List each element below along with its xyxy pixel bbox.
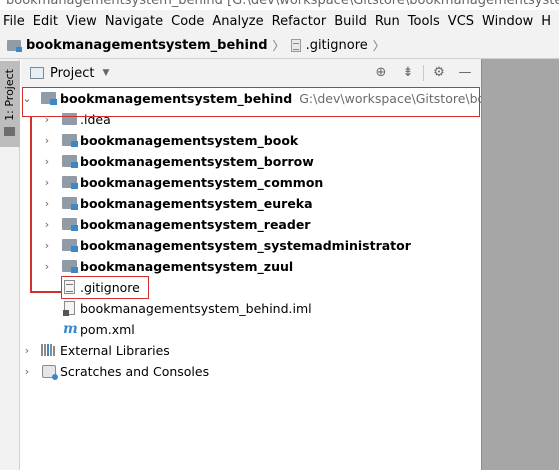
chevron-right-icon[interactable]: › xyxy=(41,197,53,210)
tree-row-iml[interactable]: bookmanagementsystem_behind.iml xyxy=(21,298,481,319)
tree-row-pom[interactable]: m pom.xml xyxy=(21,319,481,340)
breadcrumb-file-label: .gitignore xyxy=(305,37,368,53)
chevron-right-icon[interactable]: › xyxy=(41,218,53,231)
menu-file[interactable]: File xyxy=(3,14,25,29)
tree-row-module-common[interactable]: › bookmanagementsystem_common xyxy=(21,172,481,193)
window-titlebar: bookmanagementsystem_behind [G:\dev\work… xyxy=(0,0,559,10)
tree-item-label: .idea xyxy=(80,112,111,127)
tree-root-label: bookmanagementsystem_behind G:\dev\worksp… xyxy=(60,91,520,106)
tree-item-label: bookmanagementsystem_eureka xyxy=(80,196,313,211)
chevron-right-icon[interactable]: › xyxy=(41,176,53,189)
project-view-icon xyxy=(30,67,44,79)
tree-row-module-book[interactable]: › bookmanagementsystem_book xyxy=(21,130,481,151)
menubar: File Edit View Navigate Code Analyze Ref… xyxy=(0,10,559,32)
toolbar-divider xyxy=(423,65,424,81)
menu-navigate[interactable]: Navigate xyxy=(105,14,163,29)
tree-row-module-zuul[interactable]: › bookmanagementsystem_zuul xyxy=(21,256,481,277)
menu-run[interactable]: Run xyxy=(375,14,400,29)
tree-item-label: bookmanagementsystem_systemadministrator xyxy=(80,238,411,253)
maven-icon: m xyxy=(63,321,78,337)
module-folder-icon xyxy=(62,155,78,168)
chevron-right-icon: 〉 xyxy=(372,38,385,53)
menu-code[interactable]: Code xyxy=(171,14,204,29)
tree-item-label: .gitignore xyxy=(80,280,140,295)
module-folder-icon xyxy=(62,197,78,210)
chevron-right-icon[interactable]: › xyxy=(41,260,53,273)
tree-row-external-libraries[interactable]: › External Libraries xyxy=(21,340,481,361)
chevron-down-icon[interactable]: ▼ xyxy=(102,68,109,78)
menu-vcs[interactable]: VCS xyxy=(448,14,474,29)
chevron-right-icon[interactable]: › xyxy=(41,134,53,147)
editor-area xyxy=(481,59,559,470)
breadcrumb: bookmanagementsystem_behind 〉 .gitignore… xyxy=(0,32,559,59)
chevron-down-icon[interactable]: ⌄ xyxy=(21,92,33,105)
project-tool-tab-label: 1: Project xyxy=(3,69,16,121)
module-folder-icon xyxy=(62,260,78,273)
project-view-selector[interactable]: Project xyxy=(50,66,94,81)
tree-item-label: bookmanagementsystem_borrow xyxy=(80,154,314,169)
text-file-icon xyxy=(290,38,301,52)
tree-row-module-systemadministrator[interactable]: › bookmanagementsystem_systemadministrat… xyxy=(21,235,481,256)
chevron-right-icon: 〉 xyxy=(272,38,285,53)
project-tree: ⌄ bookmanagementsystem_behind G:\dev\work… xyxy=(21,87,520,470)
menu-tools[interactable]: Tools xyxy=(408,14,440,29)
menu-refactor[interactable]: Refactor xyxy=(272,14,327,29)
menu-view[interactable]: View xyxy=(66,14,97,29)
chevron-right-icon[interactable]: › xyxy=(41,239,53,252)
tree-item-label: bookmanagementsystem_behind.iml xyxy=(80,301,312,316)
module-folder-icon xyxy=(62,239,78,252)
root-name: bookmanagementsystem_behind xyxy=(60,91,293,106)
tree-row-module-eureka[interactable]: › bookmanagementsystem_eureka xyxy=(21,193,481,214)
gear-icon[interactable]: ⚙ xyxy=(432,66,446,80)
window-title: bookmanagementsystem_behind [G:\dev\work… xyxy=(6,0,559,8)
tree-row-idea[interactable]: › .idea xyxy=(21,109,481,130)
tree-item-label: pom.xml xyxy=(80,322,135,337)
tool-window-strip: 1: Project xyxy=(0,59,20,470)
project-tool-tab[interactable]: 1: Project xyxy=(0,61,20,147)
chevron-right-icon[interactable]: › xyxy=(21,365,33,378)
breadcrumb-project[interactable]: bookmanagementsystem_behind xyxy=(7,38,268,53)
tree-row-scratches[interactable]: › Scratches and Consoles xyxy=(21,361,481,382)
tree-row-root[interactable]: ⌄ bookmanagementsystem_behind G:\dev\work… xyxy=(21,88,520,109)
menu-help[interactable]: H xyxy=(541,14,551,29)
text-file-icon xyxy=(64,280,75,294)
tree-item-label: bookmanagementsystem_reader xyxy=(80,217,311,232)
menu-analyze[interactable]: Analyze xyxy=(212,14,263,29)
module-file-icon xyxy=(63,301,75,316)
tree-row-gitignore[interactable]: .gitignore xyxy=(21,277,481,298)
tree-item-label: External Libraries xyxy=(60,343,170,358)
library-icon xyxy=(41,344,56,356)
menu-window[interactable]: Window xyxy=(482,14,533,29)
module-folder-icon xyxy=(62,218,78,231)
breadcrumb-project-label: bookmanagementsystem_behind xyxy=(26,37,268,53)
chevron-right-icon[interactable]: › xyxy=(21,344,33,357)
folder-icon xyxy=(4,127,15,136)
locate-icon[interactable]: ⊕ xyxy=(374,66,388,80)
module-folder-icon xyxy=(62,134,78,147)
scratch-icon xyxy=(42,365,58,380)
folder-icon xyxy=(62,113,77,125)
tree-item-label: bookmanagementsystem_common xyxy=(80,175,324,190)
project-panel-header: Project ▼ ⊕ ⇟ ⚙ — xyxy=(21,59,481,87)
module-folder-icon xyxy=(41,92,57,105)
module-folder-icon xyxy=(7,39,22,52)
tree-item-label: bookmanagementsystem_book xyxy=(80,133,299,148)
minimize-icon[interactable]: — xyxy=(458,66,472,80)
tree-row-module-borrow[interactable]: › bookmanagementsystem_borrow xyxy=(21,151,481,172)
chevron-right-icon[interactable]: › xyxy=(41,155,53,168)
collapse-icon[interactable]: ⇟ xyxy=(401,66,415,80)
tree-item-label: Scratches and Consoles xyxy=(60,364,210,379)
chevron-right-icon[interactable]: › xyxy=(41,113,53,126)
menu-build[interactable]: Build xyxy=(334,14,367,29)
breadcrumb-file[interactable]: .gitignore xyxy=(290,37,368,53)
menu-edit[interactable]: Edit xyxy=(33,14,58,29)
module-folder-icon xyxy=(62,176,78,189)
tree-row-module-reader[interactable]: › bookmanagementsystem_reader xyxy=(21,214,481,235)
tree-item-label: bookmanagementsystem_zuul xyxy=(80,259,294,274)
